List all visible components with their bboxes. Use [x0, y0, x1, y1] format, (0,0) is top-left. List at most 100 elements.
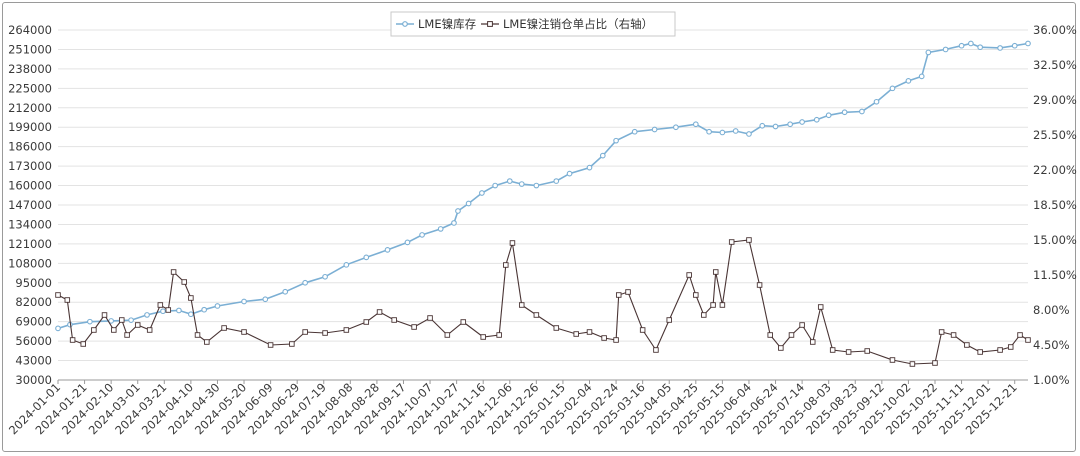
y-right-tick-label: 1.00%	[1033, 373, 1070, 387]
y-left-tick-label: 121000	[8, 237, 52, 251]
legend-marker-inventory	[402, 21, 408, 27]
data-point	[465, 200, 472, 207]
data-point	[322, 330, 328, 336]
data-point	[411, 324, 417, 330]
data-point	[509, 240, 516, 246]
data-point	[950, 332, 957, 338]
dual-axis-line-chart: 264000 251000 238000 225000 212000 199000 1860…	[6, 11, 1077, 437]
data-point	[128, 317, 134, 324]
data-point	[503, 262, 509, 268]
data-point	[666, 317, 672, 323]
y-left-tick-label: 134000	[8, 217, 52, 231]
data-point	[925, 49, 932, 56]
y-left-tick-label: 147000	[8, 198, 52, 212]
data-point	[506, 178, 513, 184]
data-point	[719, 302, 726, 308]
data-point	[69, 337, 76, 343]
data-point	[455, 208, 461, 214]
data-point	[55, 325, 61, 332]
data-point	[322, 273, 328, 280]
data-point	[905, 78, 912, 84]
y-right-tick-label: 32.50%	[1033, 58, 1077, 72]
data-point	[653, 347, 659, 353]
data-point	[613, 137, 619, 144]
data-point	[864, 348, 870, 354]
data-point	[194, 332, 201, 338]
y-left-tick-label: 173000	[8, 159, 52, 173]
data-point	[404, 239, 411, 246]
data-point	[613, 337, 619, 343]
data-point	[267, 342, 274, 348]
data-point	[289, 341, 295, 347]
data-point	[686, 272, 692, 278]
y-left-tick-label: 30000	[15, 373, 52, 387]
data-point	[817, 304, 824, 310]
data-point	[759, 122, 766, 129]
data-point	[181, 279, 187, 285]
data-point	[282, 288, 289, 295]
data-point	[460, 319, 467, 325]
data-point	[188, 295, 194, 301]
data-point	[586, 329, 593, 335]
data-point	[124, 332, 130, 338]
data-point	[586, 164, 593, 171]
data-point	[214, 303, 221, 309]
data-point	[363, 319, 370, 325]
data-point	[732, 128, 739, 134]
y-left-tick-label: 238000	[8, 62, 52, 76]
y-right-tick-label: 29.00%	[1033, 93, 1077, 107]
y-right-tick-label: 25.50%	[1033, 128, 1077, 142]
left-axis-ticks: 264000 251000 238000 225000 212000 199000 1860…	[8, 23, 52, 387]
data-point	[566, 170, 573, 177]
data-point	[706, 128, 712, 135]
data-point	[391, 317, 397, 323]
data-point	[599, 152, 606, 159]
data-point	[693, 292, 699, 298]
data-point	[889, 85, 896, 92]
data-point	[480, 334, 486, 340]
data-point	[958, 42, 965, 49]
data-point	[1025, 337, 1031, 343]
data-point	[553, 178, 560, 184]
right-axis-ticks: 36.00% 32.50% 29.00% 25.50% 22.00% 18.50% 15.0…	[1033, 23, 1077, 387]
data-point	[942, 46, 949, 53]
data-point	[772, 123, 779, 130]
data-point	[829, 347, 836, 353]
data-point	[719, 129, 726, 136]
data-point	[573, 331, 579, 337]
y-left-tick-label: 82000	[15, 295, 52, 309]
y-left-tick-label: 56000	[15, 334, 52, 348]
y-left-tick-label: 212000	[8, 101, 52, 115]
data-point	[651, 126, 658, 133]
data-point	[302, 329, 308, 335]
data-point	[1025, 40, 1031, 47]
data-point	[841, 109, 848, 116]
legend-marker-cancelled-ratio	[487, 21, 493, 27]
data-point	[825, 112, 832, 119]
data-point	[165, 307, 172, 313]
data-point	[419, 232, 425, 238]
data-point	[710, 302, 716, 308]
data-point	[176, 307, 182, 314]
data-point	[997, 347, 1003, 353]
data-point	[873, 98, 880, 105]
data-point	[1007, 344, 1014, 350]
y-right-tick-label: 8.00%	[1033, 303, 1070, 317]
data-point	[518, 302, 525, 308]
data-point	[496, 332, 502, 338]
data-point	[146, 327, 153, 333]
data-point	[157, 302, 164, 308]
y-left-tick-label: 95000	[15, 276, 52, 290]
data-point	[533, 312, 540, 318]
data-point	[384, 247, 391, 253]
data-point	[746, 131, 752, 137]
data-point	[111, 327, 117, 333]
data-point	[809, 339, 816, 345]
legend-label-cancelled-ratio: LME镍注销仓单占比（右轴）	[503, 17, 653, 31]
data-point	[932, 360, 938, 366]
data-point	[343, 327, 350, 333]
series-area	[55, 40, 1031, 367]
y-left-tick-label: 69000	[15, 315, 52, 329]
data-point	[756, 282, 763, 288]
data-point	[492, 182, 499, 189]
